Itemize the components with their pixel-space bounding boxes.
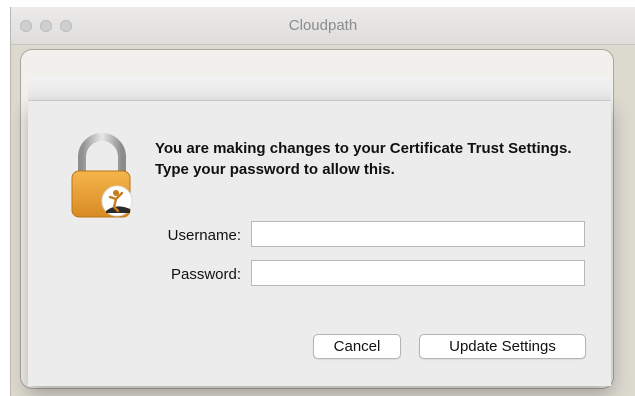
authentication-dialog: You are making changes to your Certifica… [28, 101, 611, 386]
password-label: Password: [170, 266, 241, 283]
username-label: Username: [167, 227, 241, 244]
title-bar: Cloudpath [11, 7, 635, 45]
update-settings-button[interactable]: Update Settings [419, 334, 586, 359]
username-field[interactable] [251, 221, 585, 247]
dialog-message: You are making changes to your Certifica… [155, 140, 572, 178]
cancel-button[interactable]: Cancel [313, 334, 401, 359]
padlock-icon [71, 133, 133, 218]
sheet-header [28, 77, 611, 101]
certificate-badge-icon [101, 185, 133, 217]
password-field[interactable] [251, 260, 585, 286]
window-title: Cloudpath [288, 17, 358, 34]
